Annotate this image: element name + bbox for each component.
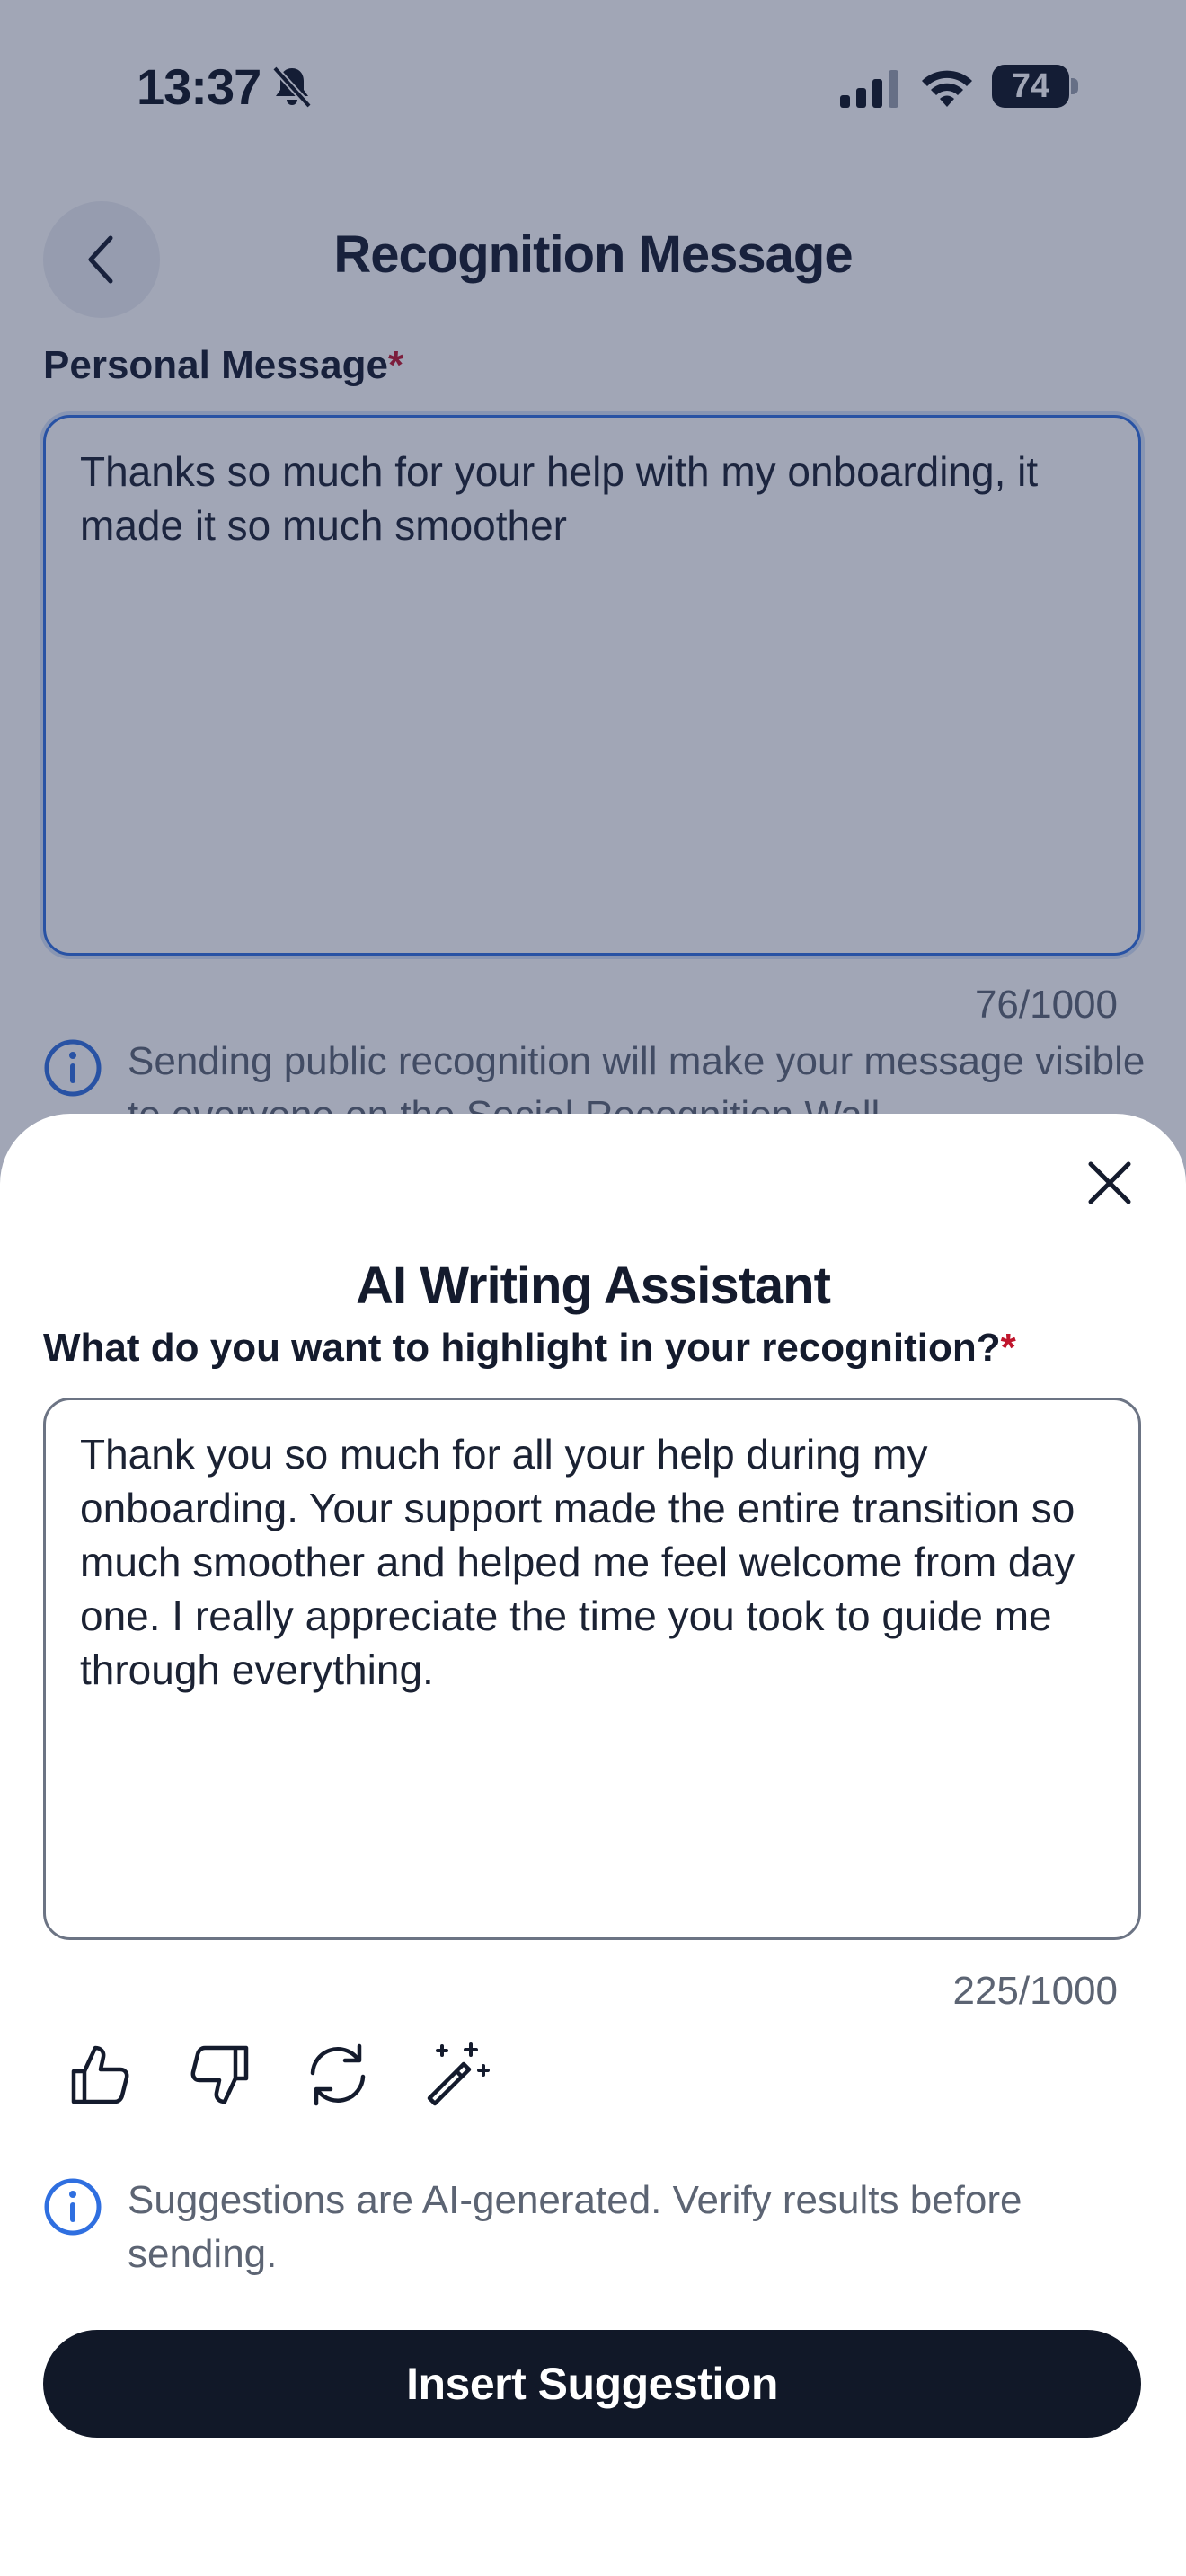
thumbs-up-icon[interactable] <box>65 2039 137 2111</box>
highlight-text: Thank you so much for all your help duri… <box>80 1431 1075 1693</box>
ai-disclaimer-text: Suggestions are AI-generated. Verify res… <box>128 2178 1022 2276</box>
close-icon[interactable] <box>1076 1150 1143 1216</box>
ai-assistant-sheet: AI Writing Assistant What do you want to… <box>0 1114 1186 2576</box>
refresh-icon[interactable] <box>302 2039 374 2111</box>
thumbs-down-icon[interactable] <box>183 2039 255 2111</box>
ai-disclaimer: Suggestions are AI-generated. Verify res… <box>43 2174 1148 2281</box>
magic-wand-icon[interactable] <box>420 2039 492 2111</box>
highlight-counter: 225/1000 <box>952 1969 1118 2013</box>
highlight-prompt-label: What do you want to highlight in your re… <box>43 1326 1016 1370</box>
insert-suggestion-button[interactable]: Insert Suggestion <box>43 2330 1141 2438</box>
info-icon <box>44 2178 102 2236</box>
required-mark: * <box>1000 1326 1016 1370</box>
highlight-input[interactable]: Thank you so much for all your help duri… <box>43 1398 1141 1940</box>
sheet-title: AI Writing Assistant <box>356 1257 831 1315</box>
